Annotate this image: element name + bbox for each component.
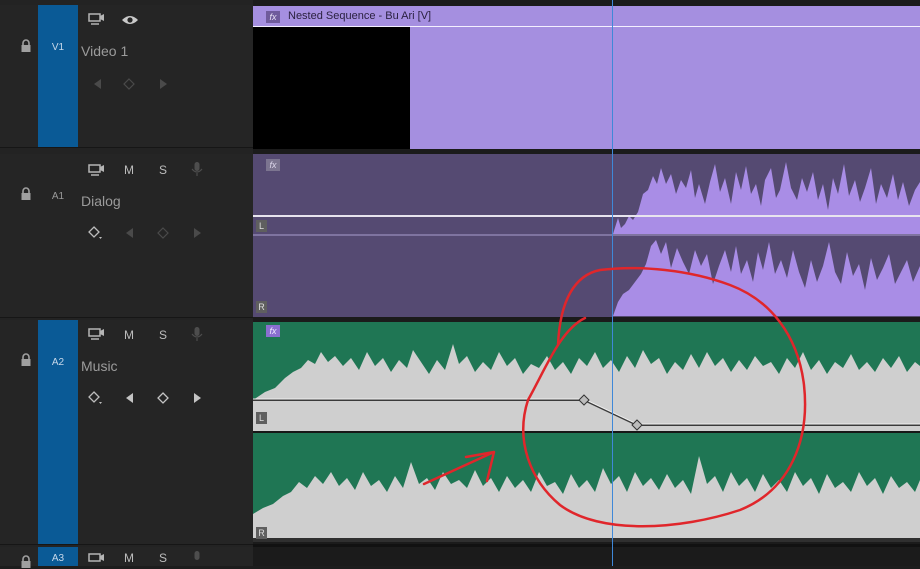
microphone-icon[interactable] [188, 162, 206, 176]
track-header-v1: V1 Video 1 [0, 5, 253, 148]
track-target-label: V1 [51, 42, 65, 53]
dialog-waveform [253, 162, 920, 316]
mute-button[interactable]: M [122, 163, 136, 177]
pan-dropdown-icon[interactable] [87, 391, 105, 405]
track-name-a1[interactable]: Dialog [81, 193, 121, 209]
audio-clip-music[interactable]: fx L R [253, 322, 920, 542]
video-clip-nested-sequence[interactable]: fx Nested Sequence - Bu Ari [V] [253, 6, 920, 149]
track-target-label: A1 [51, 191, 65, 202]
sync-icon[interactable] [87, 552, 105, 566]
channel-right-label: R [256, 527, 267, 539]
music-waveform [253, 344, 920, 542]
keyframe-next-icon[interactable] [188, 226, 206, 240]
solo-button[interactable]: S [156, 328, 170, 342]
mute-button[interactable]: M [122, 551, 136, 565]
track-target-label: A3 [51, 553, 65, 564]
sync-icon[interactable] [87, 12, 105, 26]
track-name-a2[interactable]: Music [81, 358, 118, 374]
track-target-a1[interactable]: A1 [38, 154, 78, 317]
keyframe-prev-icon[interactable] [89, 77, 107, 91]
lock-icon[interactable] [20, 353, 32, 367]
channel-left-label: L [256, 412, 267, 424]
track-name-v1[interactable]: Video 1 [81, 43, 128, 59]
track-target-label: A2 [51, 357, 65, 368]
fx-badge[interactable]: fx [266, 11, 280, 23]
pan-dropdown-icon[interactable] [87, 226, 105, 240]
track-header-a3: A3 M S [0, 547, 253, 569]
track-headers-panel: V1 Video 1 A1 M S Dialog A2 M S Music A3… [0, 0, 253, 569]
keyframe-next-icon[interactable] [188, 391, 206, 405]
clip-title: Nested Sequence - Bu Ari [V] [288, 10, 432, 22]
track-target-v1[interactable]: V1 [38, 5, 78, 147]
keyframe-add-icon[interactable] [154, 226, 172, 240]
mute-button[interactable]: M [122, 328, 136, 342]
track-header-a1: A1 M S Dialog [0, 154, 253, 318]
video-thumbnail-black [253, 27, 410, 149]
microphone-icon[interactable] [188, 551, 206, 565]
timeline-divider-a3 [253, 544, 920, 547]
channel-left-label: L [256, 220, 267, 232]
track-target-a3[interactable]: A3 [38, 547, 78, 566]
track-target-a2[interactable]: A2 [38, 320, 78, 544]
eye-icon[interactable] [121, 13, 139, 27]
keyframe-add-icon[interactable] [154, 391, 172, 405]
lock-icon[interactable] [20, 555, 32, 569]
keyframe-add-icon[interactable] [120, 77, 138, 91]
track-header-a2: A2 M S Music [0, 320, 253, 545]
sync-icon[interactable] [87, 163, 105, 177]
playhead-line[interactable] [612, 0, 613, 566]
keyframe-next-icon[interactable] [154, 77, 172, 91]
lock-icon[interactable] [20, 187, 32, 201]
audio-clip-dialog[interactable]: fx L R [253, 154, 920, 317]
lock-icon[interactable] [20, 39, 32, 53]
keyframe-prev-icon[interactable] [121, 391, 139, 405]
microphone-icon[interactable] [188, 327, 206, 341]
solo-button[interactable]: S [156, 163, 170, 177]
channel-right-label: R [256, 301, 267, 313]
sync-icon[interactable] [87, 327, 105, 341]
solo-button[interactable]: S [156, 551, 170, 565]
keyframe-prev-icon[interactable] [121, 226, 139, 240]
